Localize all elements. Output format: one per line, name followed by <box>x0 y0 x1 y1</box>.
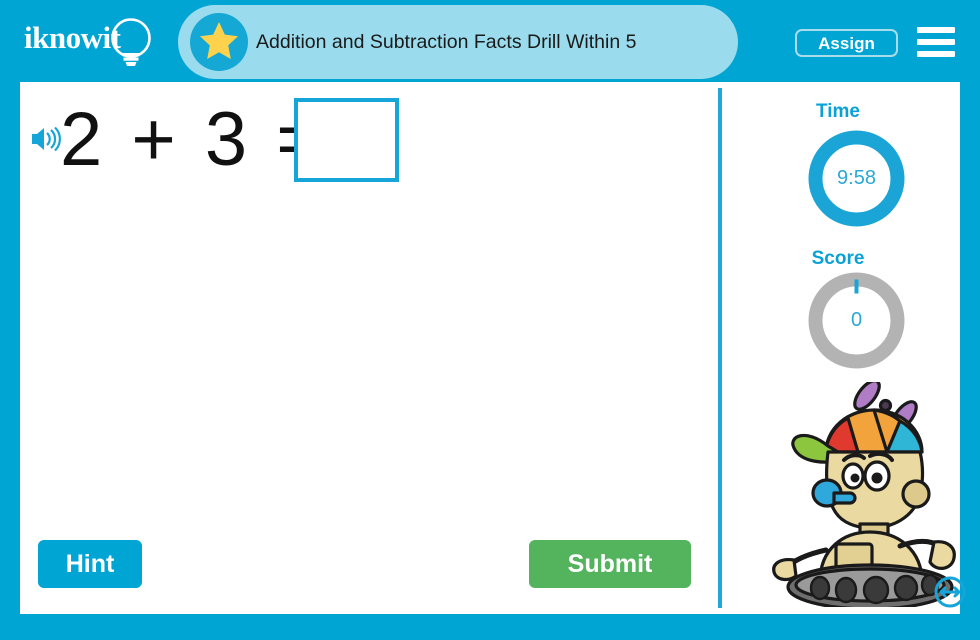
menu-bar-middle <box>917 39 955 45</box>
app-window: iknowit Addition and Subtraction Facts D… <box>0 0 980 640</box>
score-value: 0 <box>850 309 863 331</box>
problem-expression: 2 + 3 = <box>60 97 325 182</box>
page-title: Addition and Subtraction Facts Drill Wit… <box>256 31 637 53</box>
hint-button[interactable]: Hint <box>38 540 142 588</box>
lightbulb-icon <box>111 18 151 66</box>
score-label: Score <box>811 248 865 269</box>
vertical-divider <box>718 88 722 608</box>
star-badge <box>190 13 248 71</box>
lesson-title-pill: Addition and Subtraction Facts Drill Wit… <box>178 5 738 79</box>
time-value: 9:58 <box>837 167 876 189</box>
content-canvas: 2 + 3 = Hint Submit Time 9:58 Score 0 <box>20 82 966 614</box>
star-icon <box>200 22 238 59</box>
hamburger-menu-icon[interactable] <box>917 27 955 57</box>
iknowit-logo[interactable]: iknowit <box>22 16 162 72</box>
assign-button[interactable]: Assign <box>795 29 898 57</box>
submit-button[interactable]: Submit <box>529 540 691 588</box>
resize-horizontal-icon[interactable] <box>933 575 967 609</box>
menu-bar-top <box>917 27 955 33</box>
menu-bar-bottom <box>917 51 955 57</box>
answer-input[interactable] <box>294 98 399 182</box>
robot-mascot-icon <box>772 382 956 607</box>
header-bar: iknowit Addition and Subtraction Facts D… <box>0 0 980 82</box>
speaker-audio-icon[interactable] <box>29 122 63 156</box>
time-label: Time <box>815 101 860 122</box>
